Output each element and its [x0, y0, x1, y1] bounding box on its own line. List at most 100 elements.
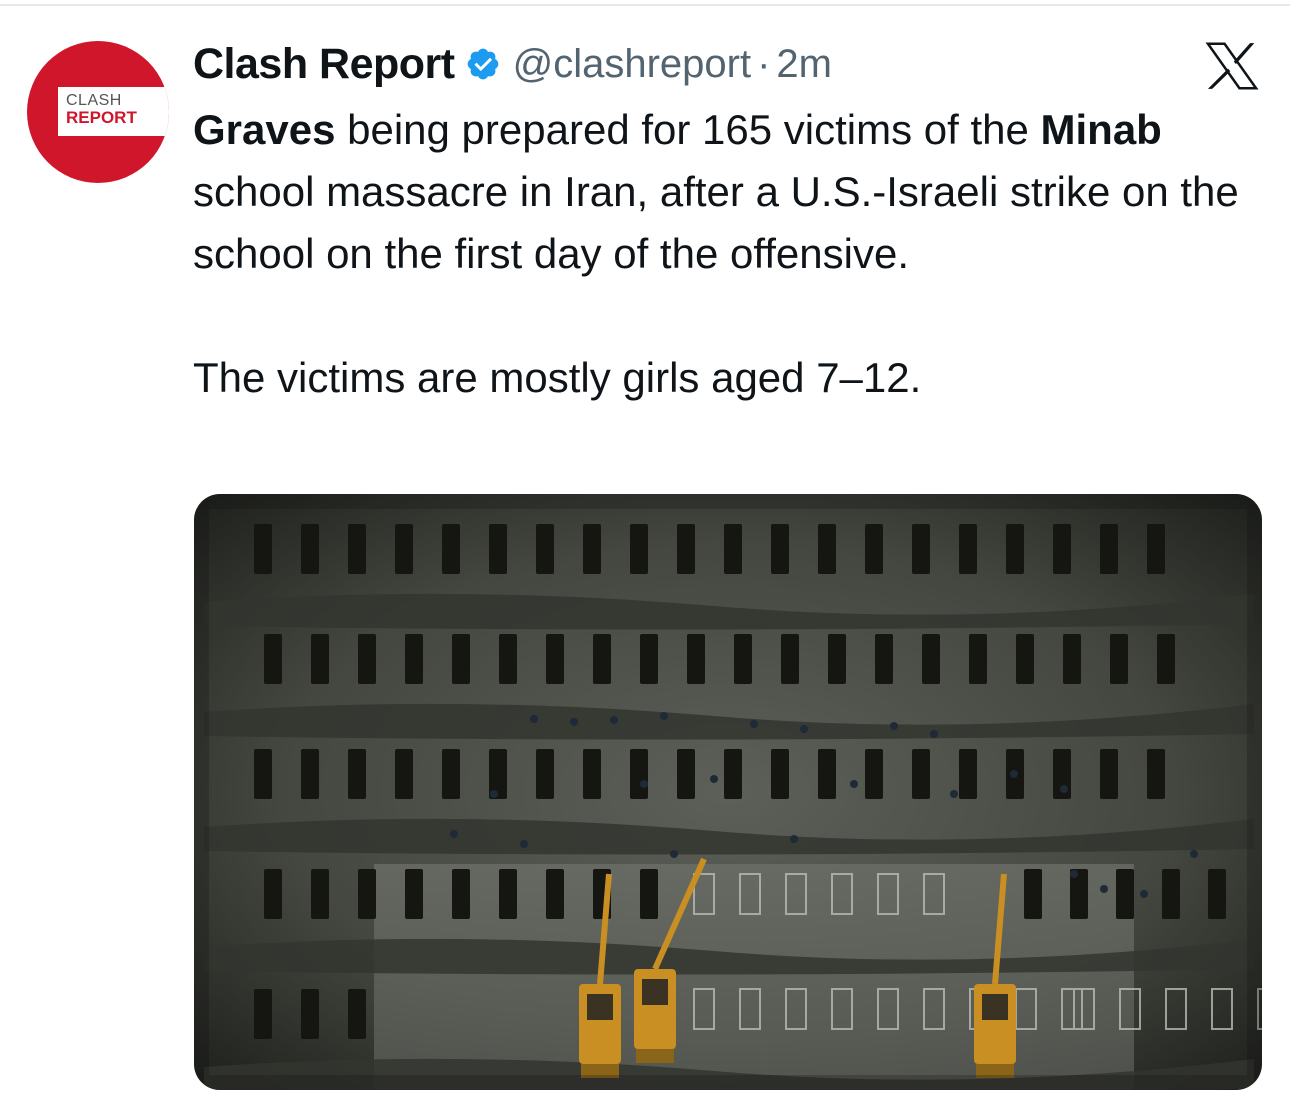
- grave: [912, 749, 930, 799]
- grave: [264, 869, 282, 919]
- grave: [734, 634, 752, 684]
- grave: [687, 634, 705, 684]
- grave: [358, 634, 376, 684]
- separator-dot: ·: [757, 41, 771, 86]
- grave: [1016, 634, 1034, 684]
- grave: [254, 524, 272, 574]
- tweet-media-photo[interactable]: [194, 494, 1262, 1090]
- aerial-photo-graves: [194, 494, 1262, 1090]
- grave: [912, 524, 930, 574]
- tweet-timestamp[interactable]: 2m: [776, 42, 832, 87]
- grave: [771, 524, 789, 574]
- grave: [677, 524, 695, 574]
- person: [950, 790, 958, 798]
- bold-word-minab: Minab: [1040, 106, 1162, 153]
- grave: [405, 634, 423, 684]
- person: [570, 718, 578, 726]
- tweet-text-segment: being prepared for 165 victims of the: [335, 106, 1041, 153]
- person: [710, 775, 718, 783]
- person: [750, 720, 758, 728]
- grave: [630, 749, 648, 799]
- grave: [1100, 524, 1118, 574]
- grave: [640, 634, 658, 684]
- grave: [499, 869, 517, 919]
- author-handle[interactable]: @clashreport: [513, 42, 751, 87]
- grave: [395, 749, 413, 799]
- grave: [405, 869, 423, 919]
- person: [890, 722, 898, 730]
- person: [670, 850, 678, 858]
- grave: [969, 634, 987, 684]
- author-name[interactable]: Clash Report: [193, 40, 455, 89]
- grave: [395, 524, 413, 574]
- tweet-paragraph-2: The victims are mostly girls aged 7–12.: [193, 354, 922, 401]
- grave: [536, 524, 554, 574]
- grave: [254, 989, 272, 1039]
- grave: [442, 749, 460, 799]
- grave: [818, 749, 836, 799]
- grave: [358, 869, 376, 919]
- grave: [922, 634, 940, 684]
- tweet-text: Graves being prepared for 165 victims of…: [193, 99, 1273, 409]
- person: [850, 780, 858, 788]
- person: [530, 715, 538, 723]
- grave: [254, 749, 272, 799]
- grave: [1208, 869, 1226, 919]
- grave: [442, 524, 460, 574]
- person: [490, 790, 498, 798]
- grave: [875, 634, 893, 684]
- grave: [452, 634, 470, 684]
- grave: [546, 634, 564, 684]
- grave: [301, 749, 319, 799]
- grave: [818, 524, 836, 574]
- grave: [1053, 524, 1071, 574]
- grave: [301, 524, 319, 574]
- grave: [311, 869, 329, 919]
- grave: [828, 634, 846, 684]
- grave: [781, 634, 799, 684]
- grave: [1024, 869, 1042, 919]
- grave: [264, 634, 282, 684]
- x-logo-icon[interactable]: [1205, 42, 1259, 90]
- grave: [348, 749, 366, 799]
- person: [1060, 785, 1068, 793]
- grave: [771, 749, 789, 799]
- grave: [1063, 634, 1081, 684]
- person: [520, 840, 528, 848]
- person: [1070, 870, 1078, 878]
- grave: [640, 869, 658, 919]
- grave: [1147, 749, 1165, 799]
- person: [1190, 850, 1198, 858]
- grave: [865, 749, 883, 799]
- person: [660, 712, 668, 720]
- grave: [301, 989, 319, 1039]
- grave: [1100, 749, 1118, 799]
- grave: [1116, 869, 1134, 919]
- grave: [724, 749, 742, 799]
- top-divider: [0, 4, 1290, 6]
- grave: [348, 989, 366, 1039]
- verified-badge-icon: [467, 48, 498, 80]
- grave: [593, 634, 611, 684]
- grave: [959, 749, 977, 799]
- avatar[interactable]: CLASH REPORT: [27, 41, 169, 183]
- grave: [1162, 869, 1180, 919]
- grave: [452, 869, 470, 919]
- grave: [546, 869, 564, 919]
- grave: [1006, 524, 1024, 574]
- grave: [583, 749, 601, 799]
- avatar-logo-text-top: CLASH: [66, 92, 122, 109]
- avatar-logo-text-bottom: REPORT: [66, 108, 137, 127]
- tweet-paragraph-1: Graves being prepared for 165 victims of…: [193, 99, 1273, 285]
- grave: [1147, 524, 1165, 574]
- person: [640, 780, 648, 788]
- grave: [583, 524, 601, 574]
- grave: [489, 524, 507, 574]
- grave: [677, 749, 695, 799]
- grave: [959, 524, 977, 574]
- person: [930, 730, 938, 738]
- person: [1010, 770, 1018, 778]
- grave: [630, 524, 648, 574]
- person: [450, 830, 458, 838]
- bold-word-graves: Graves: [193, 106, 336, 153]
